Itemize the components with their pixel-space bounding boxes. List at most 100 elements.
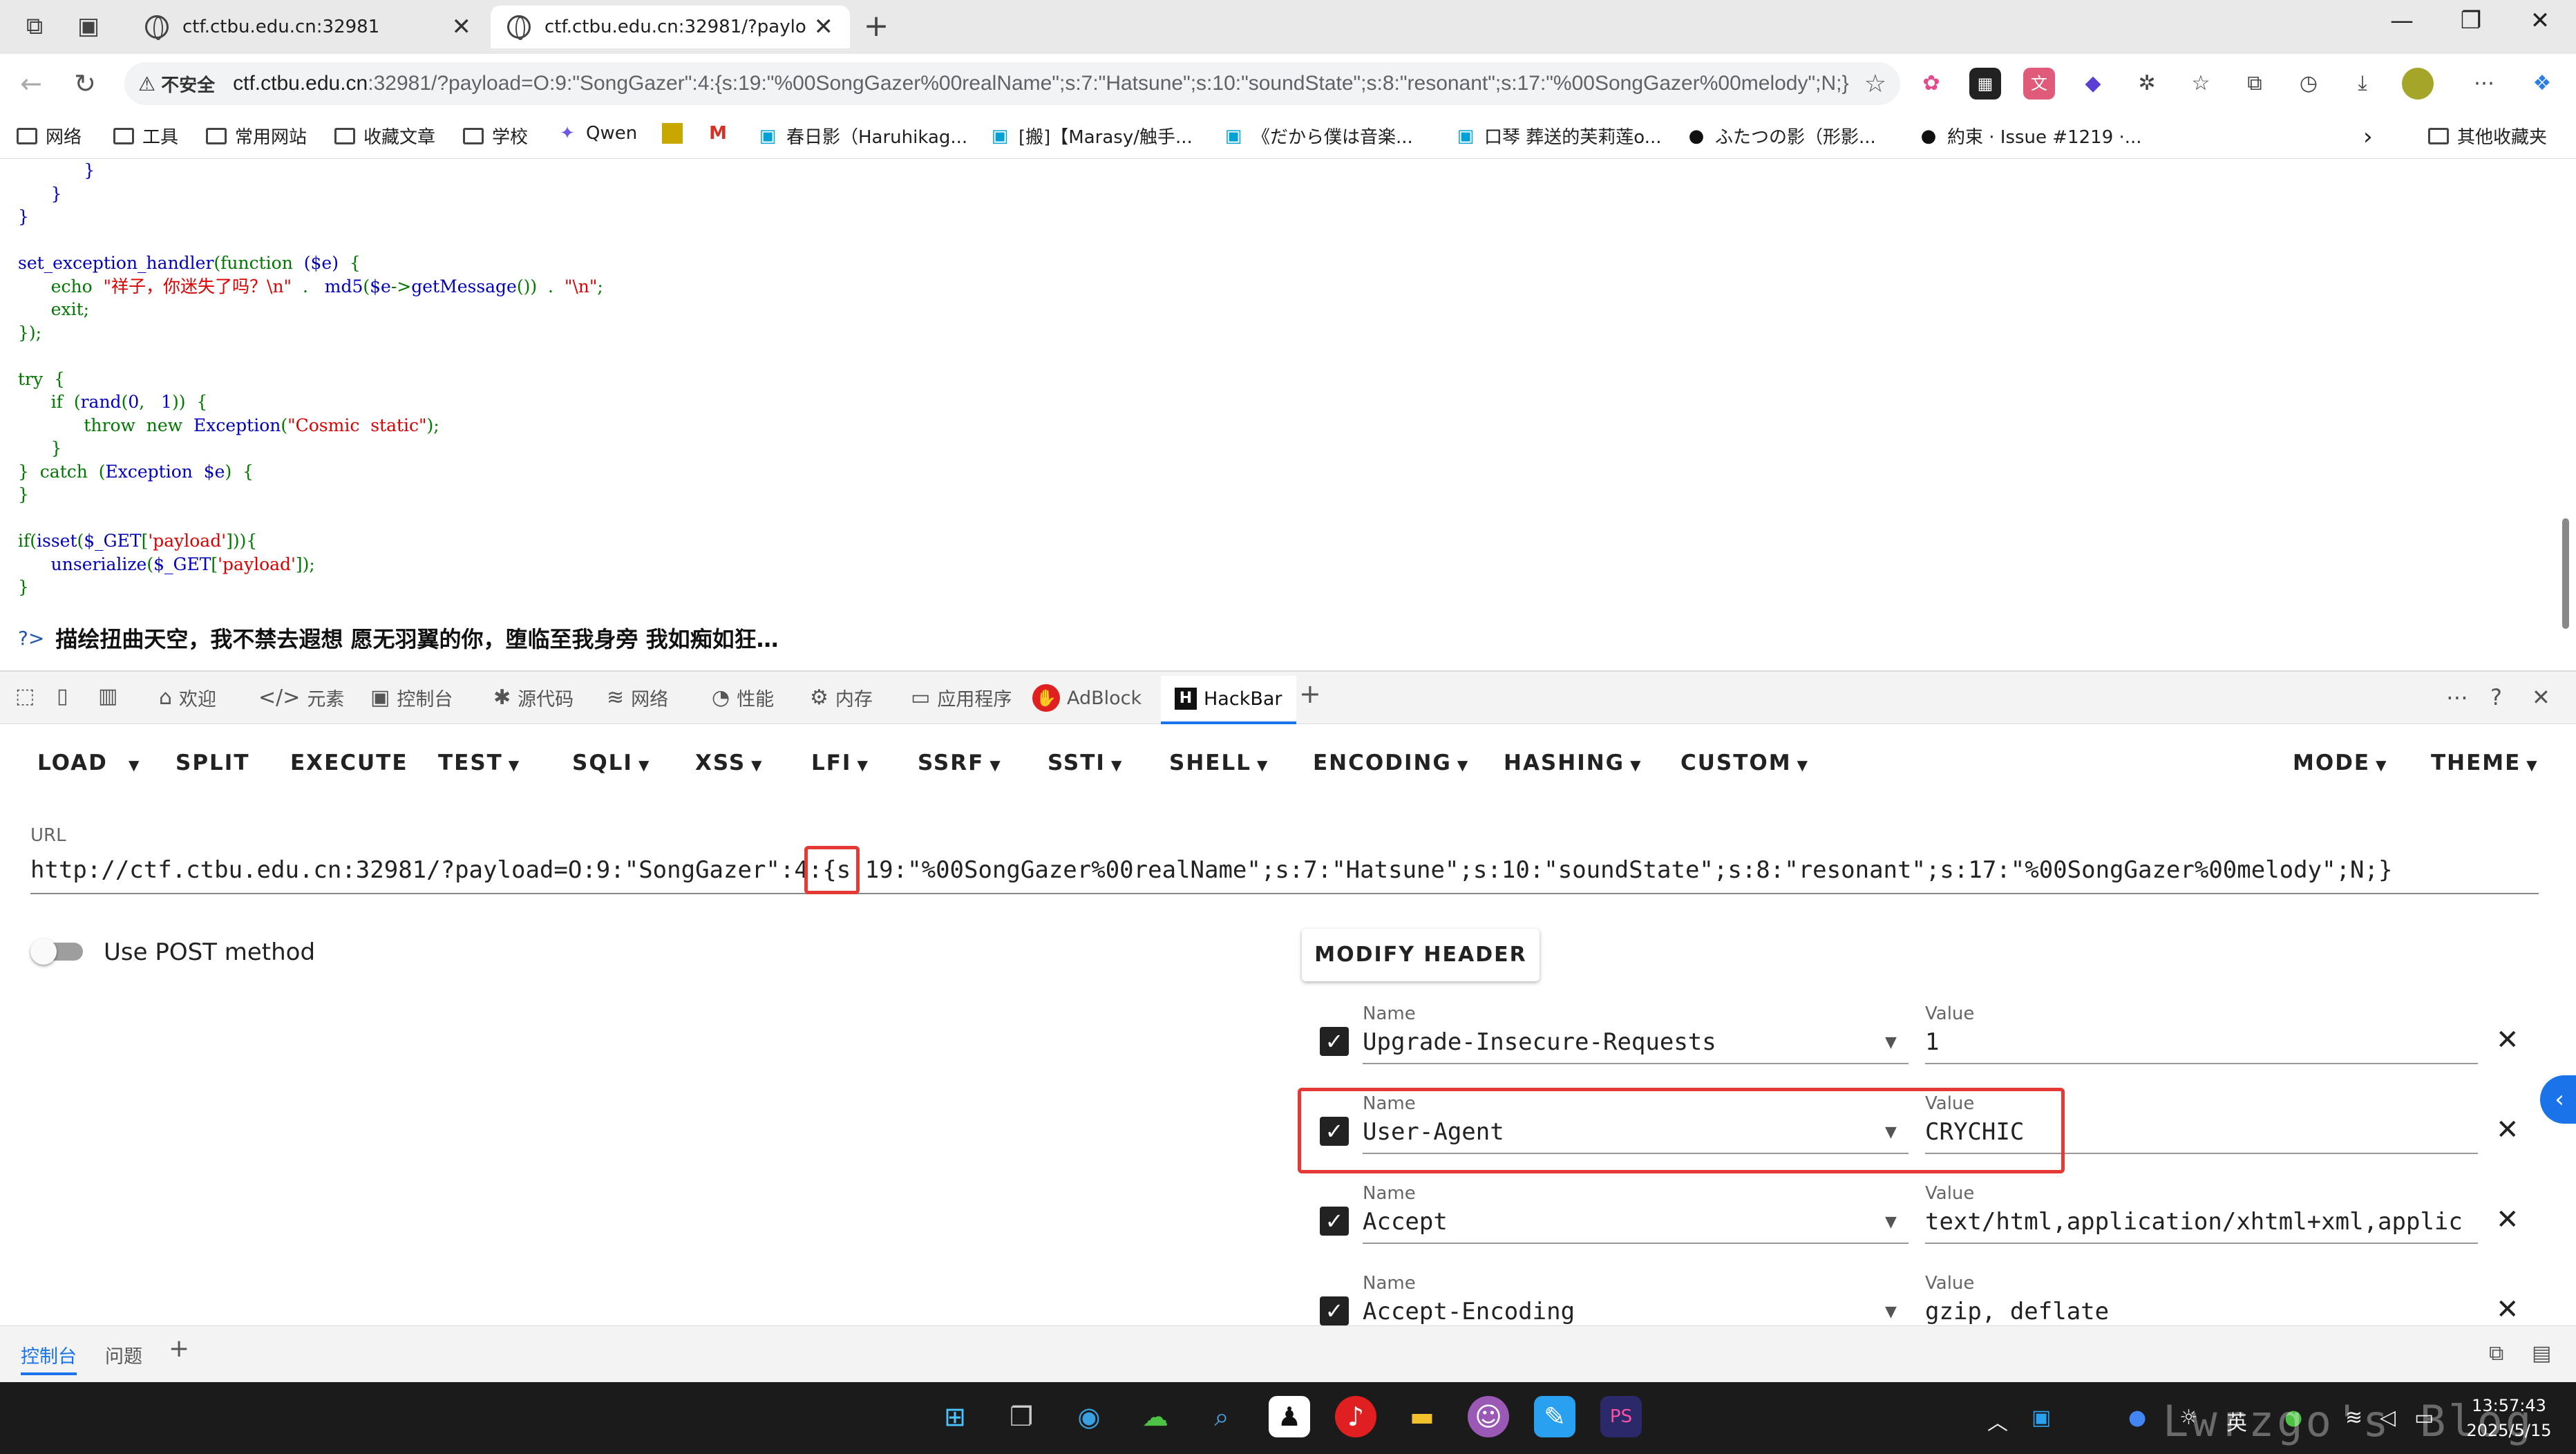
devtools-tab-0[interactable]: ⌂ 欢迎 [159,684,216,711]
remove-header-icon[interactable]: ✕ [2496,1114,2519,1146]
header-name-input[interactable]: Upgrade-Insecure-Requests [1363,1028,1909,1064]
hackbar-menu-execute[interactable]: EXECUTE [290,750,408,775]
hackbar-menu-test[interactable]: TEST ▼ [438,750,520,775]
hackbar-menu-ssrf[interactable]: SSRF ▼ [918,750,1002,775]
header-enabled-checkbox[interactable]: ✓ [1320,1296,1349,1325]
remove-header-icon[interactable]: ✕ [2496,1024,2519,1056]
devtools-tab-1[interactable]: </> 元素 [258,684,344,711]
header-name-dropdown-icon[interactable]: ▼ [1885,1303,1897,1321]
drawer-tab-issues[interactable]: 问题 [105,1341,142,1368]
header-value-input[interactable]: text/html,application/xhtml+xml,applic [1925,1208,2478,1244]
device-icon[interactable]: ▯ [57,684,75,708]
file-explorer-icon[interactable]: ▬ [1401,1396,1443,1437]
remove-header-icon[interactable]: ✕ [2496,1294,2515,1325]
bookmark-link[interactable]: ● 約束 · Issue #1219 ·... [1918,123,2142,149]
task-view-icon[interactable]: ❐ [1001,1396,1042,1437]
inspect-icon[interactable]: ⬚ [15,684,41,708]
devtools-tab-adblock[interactable]: ✋ AdBlock [1032,684,1142,712]
scrollbar-thumb[interactable] [2562,518,2569,629]
bookmark-link[interactable]: ▣ [搬]【Marasy/触手... [989,123,1193,149]
bookmark-folder[interactable]: 学校 [463,123,528,149]
header-enabled-checkbox[interactable]: ✓ [1320,1027,1349,1056]
new-tab-button[interactable]: + [862,11,890,41]
hackbar-menu-split[interactable]: SPLIT [176,750,249,775]
back-arrow-icon[interactable]: ← [14,66,48,101]
security-warning[interactable]: ⚠ 不安全 [138,71,215,97]
drawer-tab-console[interactable]: 控制台 [21,1341,77,1375]
wechat-icon[interactable]: ☁ [1135,1396,1176,1437]
hackbar-menu-encoding[interactable]: ENCODING ▼ [1313,750,1469,775]
bookmark-link[interactable] [662,123,691,144]
extension-puzzle-icon[interactable]: ✿ [1915,68,1947,100]
tab-2[interactable]: ctf.ctbu.edu.cn:32981/?payload=0 ✕ [491,6,850,48]
modify-header-button[interactable]: MODIFY HEADER [1302,929,1540,981]
bookmark-folder[interactable]: 收藏文章 [334,123,435,149]
netease-music-icon[interactable]: ♪ [1335,1396,1376,1437]
tray-g-icon[interactable]: ● [2128,1406,2146,1430]
reload-icon[interactable]: ↻ [68,66,102,101]
hackbar-menu-hashing[interactable]: HASHING ▼ [1504,750,1642,775]
extensions-icon[interactable]: ✲ [2131,68,2163,100]
bookmark-link[interactable]: ✦ Qwen [557,123,637,144]
more-options-icon[interactable]: ⋯ [2468,68,2500,100]
hackbar-theme[interactable]: THEME ▼ [2431,750,2539,775]
devtools-tab-3[interactable]: ✱ 源代码 [493,684,574,711]
header-name-input[interactable]: Accept [1363,1208,1909,1244]
start-windows-icon[interactable]: ⊞ [934,1396,976,1437]
bookmark-link[interactable]: ▣ 口琴 葬送的芙莉莲o... [1455,123,1662,149]
devtools-tab-2[interactable]: ▣ 控制台 [370,684,453,711]
extension-translate-icon[interactable]: 文 [2023,68,2055,100]
bookmark-folder[interactable]: 常用网站 [206,123,307,149]
bookmark-link[interactable]: ▣ 春日影（Haruhikag... [757,123,967,149]
dock-icon[interactable]: ▥ [98,684,124,708]
tab-1[interactable]: ctf.ctbu.edu.cn:32981 ✕ [129,6,488,48]
add-drawer-tab-icon[interactable]: + [169,1334,189,1363]
extension-cube-icon[interactable]: ◆ [2077,68,2109,100]
bookmark-link[interactable]: M [708,123,737,144]
close-window-button[interactable]: ✕ [2519,7,2561,35]
load-dropdown-caret-icon[interactable]: ▼ [129,750,140,775]
restore-button[interactable]: ❐ [2450,7,2492,35]
copilot-icon[interactable]: ❖ [2526,68,2558,100]
tray-app-icon[interactable]: ▣ [2032,1406,2051,1430]
help-icon[interactable]: ? [2490,684,2502,710]
minimize-button[interactable]: — [2381,7,2423,35]
close-icon[interactable]: ✕ [814,13,834,41]
hackbar-menu-xss[interactable]: XSS ▼ [695,750,764,775]
header-value-input[interactable]: gzip, deflate [1925,1298,2478,1327]
devtools-tab-6[interactable]: ⚙ 内存 [810,684,873,711]
hackbar-mode[interactable]: MODE ▼ [2293,750,2388,775]
history-icon[interactable]: ◷ [2293,68,2324,100]
devtools-tab-4[interactable]: ≋ 网络 [607,684,668,711]
hackbar-menu-custom[interactable]: CUSTOM ▼ [1680,750,1809,775]
devtools-tab-5[interactable]: ◔ 性能 [712,684,774,711]
vertical-tabs-icon[interactable]: ▣ [75,12,102,40]
bookmark-folder[interactable]: 工具 [113,123,178,149]
chevron-right-icon[interactable]: › [2363,123,2373,151]
url-textarea[interactable]: http://ctf.ctbu.edu.cn:32981/?payload=O:… [30,853,2539,894]
workspaces-icon[interactable]: ⧉ [21,12,48,40]
add-devtools-tab-icon[interactable]: + [1299,679,1321,709]
favorite-star-icon[interactable]: ☆ [1864,70,1886,98]
extension-game-icon[interactable]: ▦ [1969,68,2001,100]
phpstorm-icon[interactable]: PS [1600,1396,1642,1437]
devtools-tab-7[interactable]: ▭ 应用程序 [911,684,1012,711]
address-url[interactable]: ctf.ctbu.edu.cn:32981/?payload=O:9:"Song… [233,72,1848,95]
cat-app-icon[interactable]: ☺ [1468,1396,1509,1437]
profile-avatar[interactable] [2402,68,2434,100]
hackbar-menu-shell[interactable]: SHELL ▼ [1169,750,1269,775]
header-enabled-checkbox[interactable]: ✓ [1320,1207,1349,1236]
header-name-dropdown-icon[interactable]: ▼ [1885,1214,1897,1231]
undock-icon[interactable]: ⧉ [2489,1341,2503,1366]
tray-chevron-up-icon[interactable]: ︿ [1987,1406,2008,1436]
hackbar-menu-load[interactable]: LOAD [37,750,108,775]
close-icon[interactable]: ✕ [452,13,472,41]
post-method-toggle[interactable] [30,938,86,965]
address-bar[interactable]: ⚠ 不安全 ctf.ctbu.edu.cn:32981/?payload=O:9:… [124,62,1900,105]
favorites-icon[interactable]: ☆ [2185,68,2217,100]
dock-bottom-icon[interactable]: ▤ [2532,1341,2551,1366]
notes-app-icon[interactable]: ✎ [1534,1396,1575,1437]
header-value-input[interactable]: 1 [1925,1028,2478,1064]
bookmark-link[interactable]: ● ふたつの影（形影... [1686,123,1876,149]
page-scrollbar[interactable] [2559,159,2572,657]
